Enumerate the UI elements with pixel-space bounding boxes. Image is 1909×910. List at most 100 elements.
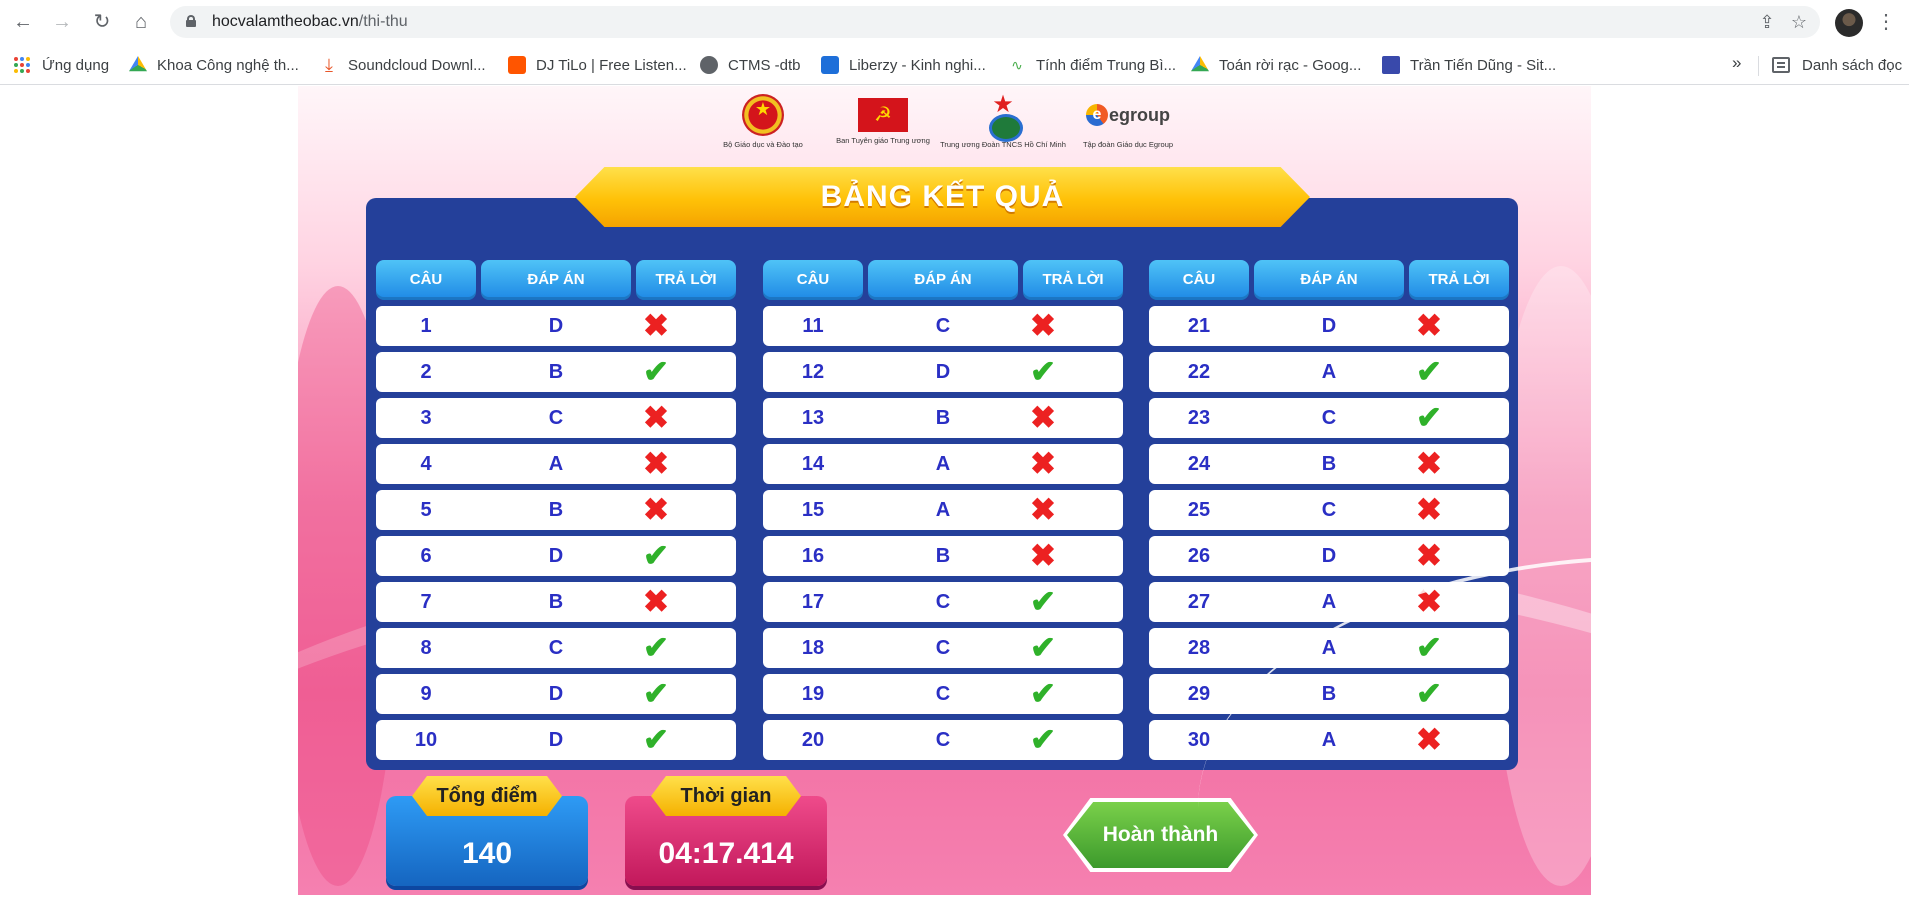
menu-kebab-icon[interactable]: ⋮	[1876, 9, 1896, 35]
result-row: 1 D ✖	[376, 306, 736, 346]
correct-answer: C	[935, 637, 951, 659]
question-number: 12	[801, 361, 825, 383]
profile-avatar[interactable]	[1835, 9, 1863, 37]
reading-list-button[interactable]: Danh sách đọc	[1772, 53, 1902, 77]
cross-icon: ✖	[643, 584, 669, 619]
header-question: CÂU	[376, 260, 476, 300]
result-row: 20 C ✔	[763, 720, 1123, 760]
logo-youth-union: Trung ương Đoàn TNCS Hồ Chí Minh	[938, 90, 1068, 149]
egroup-logo-icon: e egroup	[1063, 94, 1193, 136]
score-value: 140	[461, 837, 513, 870]
result-row: 14 A ✖	[763, 444, 1123, 484]
correct-answer: D	[548, 729, 564, 751]
question-number: 29	[1187, 683, 1211, 705]
correct-answer: A	[1321, 637, 1337, 659]
logo-moet: Bộ Giáo dục và Đào tạo	[698, 94, 828, 149]
result-row: 10 D ✔	[376, 720, 736, 760]
checkmark-icon: ✔	[643, 630, 669, 665]
cross-icon: ✖	[1416, 584, 1442, 619]
finish-button[interactable]: Hoàn thành	[1063, 798, 1258, 872]
question-number: 25	[1187, 499, 1211, 521]
forward-arrow-icon[interactable]: →	[49, 9, 75, 35]
url-text[interactable]: hocvalamtheobac.vn/thi-thu	[212, 13, 408, 31]
correct-answer: C	[548, 637, 564, 659]
cross-icon: ✖	[1030, 492, 1056, 527]
correct-answer: B	[1321, 683, 1337, 705]
header-answer: ĐÁP ÁN	[1254, 260, 1404, 300]
reload-icon[interactable]: ↻	[89, 9, 115, 35]
question-number: 9	[420, 683, 432, 705]
url-path: /thi-thu	[358, 13, 408, 30]
bookmark-label: Tính điểm Trung Bì...	[1036, 56, 1177, 74]
bookmark-label: Khoa Công nghệ th...	[157, 56, 299, 74]
correct-answer: C	[1321, 407, 1337, 429]
bookmark-soundcloud-download[interactable]: ⤓ Soundcloud Downl...	[320, 53, 486, 77]
question-number: 5	[420, 499, 432, 521]
question-number: 18	[801, 637, 825, 659]
logo-caption: Ban Tuyên giáo Trung ương	[836, 136, 930, 145]
bookmark-label: Soundcloud Downl...	[348, 56, 486, 74]
question-number: 8	[420, 637, 432, 659]
header-answer: ĐÁP ÁN	[868, 260, 1018, 300]
national-emblem-icon	[742, 94, 784, 136]
correct-answer: B	[935, 545, 951, 567]
bookmark-tran-tien-dung[interactable]: Trần Tiến Dũng - Sit...	[1382, 53, 1556, 77]
checkmark-icon: ✔	[1416, 676, 1442, 711]
question-number: 4	[420, 453, 432, 475]
cross-icon: ✖	[643, 492, 669, 527]
result-row: 11 C ✖	[763, 306, 1123, 346]
question-number: 2	[420, 361, 432, 383]
question-number: 21	[1187, 315, 1211, 337]
question-number: 3	[420, 407, 432, 429]
address-bar[interactable]: hocvalamtheobac.vn/thi-thu ⇪ ☆	[170, 6, 1820, 38]
question-number: 16	[801, 545, 825, 567]
bookmark-tinh-diem[interactable]: ∿ Tính điểm Trung Bì...	[1008, 53, 1176, 77]
question-number: 22	[1187, 361, 1211, 383]
home-icon[interactable]: ⌂	[128, 9, 154, 35]
question-number: 14	[801, 453, 825, 475]
checkmark-icon: ✔	[1416, 400, 1442, 435]
results-header-row: CÂU ĐÁP ÁN TRẢ LỜI	[1149, 260, 1509, 300]
results-column: CÂU ĐÁP ÁN TRẢ LỜI 11 C ✖ 12 D ✔ 13 B ✖ 14 A ✖ 15 A ✖ 16 B ✖…	[763, 260, 1123, 760]
bookmark-label: Ứng dụng	[42, 56, 110, 74]
bookmark-star-icon[interactable]: ☆	[1787, 10, 1811, 34]
lock-icon[interactable]	[186, 15, 196, 27]
bookmark-dj-tilo[interactable]: DJ TiLo | Free Listen...	[508, 53, 687, 77]
correct-answer: D	[548, 315, 564, 337]
correct-answer: D	[1321, 545, 1337, 567]
bookmark-liberzy[interactable]: Liberzy - Kinh nghi...	[821, 53, 986, 77]
correct-answer: A	[935, 453, 951, 475]
correct-answer: A	[1321, 361, 1337, 383]
logo-caption: Bộ Giáo dục và Đào tạo	[723, 140, 803, 149]
correct-answer: D	[935, 361, 951, 383]
result-row: 3 C ✖	[376, 398, 736, 438]
checkmark-icon: ✔	[1030, 722, 1056, 757]
back-arrow-icon[interactable]: ←	[10, 9, 36, 35]
results-title: BẢNG KẾT QUẢ	[820, 180, 1065, 213]
question-number: 7	[420, 591, 432, 613]
question-number: 19	[801, 683, 825, 705]
question-number: 26	[1187, 545, 1211, 567]
result-row: 19 C ✔	[763, 674, 1123, 714]
checkmark-icon: ✔	[643, 354, 669, 389]
reading-list-icon	[1772, 57, 1790, 73]
share-icon[interactable]: ⇪	[1755, 10, 1779, 34]
bookmark-ctms[interactable]: CTMS -dtb	[700, 53, 801, 77]
header-question: CÂU	[1149, 260, 1249, 300]
results-title-banner: BẢNG KẾT QUẢ	[575, 167, 1310, 227]
question-number: 11	[802, 315, 824, 337]
results-page: Bộ Giáo dục và Đào tạo ☭ Ban Tuyên giáo …	[298, 86, 1591, 895]
correct-answer: A	[1321, 729, 1337, 751]
correct-answer: A	[1321, 591, 1337, 613]
bookmark-khoa-cong-nghe[interactable]: Khoa Công nghệ th...	[129, 53, 299, 77]
header-response: TRẢ LỜI	[1023, 260, 1123, 300]
correct-answer: B	[548, 361, 564, 383]
soundcloud-icon	[508, 56, 526, 74]
correct-answer: C	[548, 407, 564, 429]
result-row: 21 D ✖	[1149, 306, 1509, 346]
checkmark-icon: ✔	[1030, 676, 1056, 711]
bookmark-toan-roi-rac[interactable]: Toán rời rạc - Goog...	[1191, 53, 1361, 77]
bookmarks-overflow-button[interactable]: »	[1732, 53, 1741, 73]
results-header-row: CÂU ĐÁP ÁN TRẢ LỜI	[376, 260, 736, 300]
bookmark-apps[interactable]: Ứng dụng	[14, 53, 109, 77]
